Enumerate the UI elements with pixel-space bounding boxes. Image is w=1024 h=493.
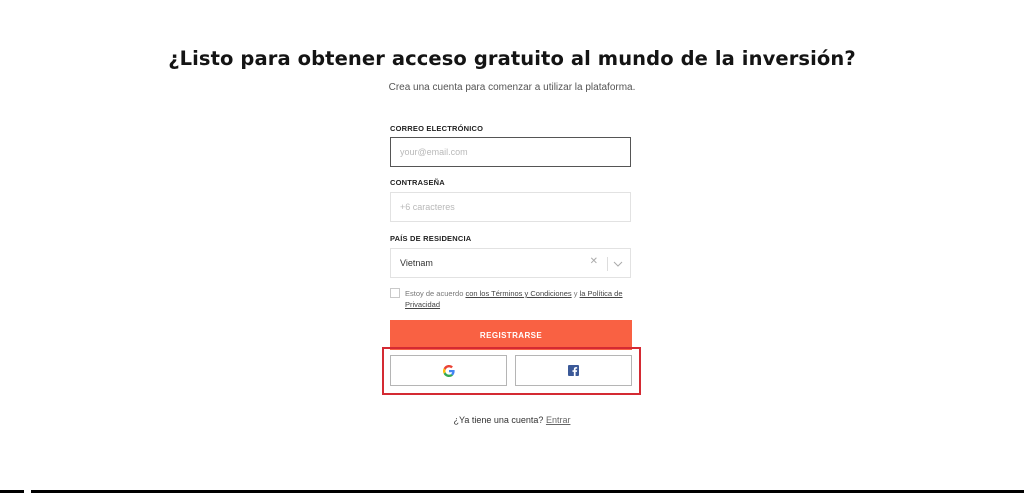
google-icon <box>442 364 455 377</box>
chevron-down-icon[interactable] <box>612 258 624 270</box>
country-label: PAÍS DE RESIDENCIA <box>390 234 472 243</box>
terms-text: Estoy de acuerdo con los Términos y Cond… <box>405 289 623 309</box>
page-subtitle: Crea una cuenta para comenzar a utilizar… <box>388 82 636 93</box>
login-link[interactable]: Entrar <box>546 415 571 425</box>
facebook-login-button[interactable] <box>515 355 632 386</box>
email-field[interactable] <box>390 137 631 167</box>
password-label: CONTRASEÑA <box>390 178 445 187</box>
clear-icon[interactable]: ✕ <box>590 256 598 267</box>
signup-form: CORREO ELECTRÓNICO CONTRASEÑA PAÍS DE RE… <box>390 120 632 350</box>
google-login-button[interactable] <box>390 355 507 386</box>
password-field[interactable] <box>390 192 631 222</box>
login-prompt: ¿Ya tiene una cuenta? Entrar <box>453 415 571 425</box>
country-value: Vietnam <box>400 258 433 268</box>
select-divider <box>607 257 608 271</box>
country-select[interactable]: Vietnam ✕ <box>390 248 631 278</box>
email-label: CORREO ELECTRÓNICO <box>390 124 484 133</box>
register-button[interactable]: REGISTRARSE <box>390 320 632 350</box>
terms-row: Estoy de acuerdo con los Términos y Cond… <box>390 288 632 310</box>
terms-link[interactable]: con los Términos y Condiciones <box>465 289 571 298</box>
page-title: ¿Listo para obtener acceso gratuito al m… <box>168 47 856 70</box>
terms-checkbox[interactable] <box>390 288 400 298</box>
social-login-highlight <box>382 347 641 395</box>
facebook-icon <box>568 365 579 376</box>
